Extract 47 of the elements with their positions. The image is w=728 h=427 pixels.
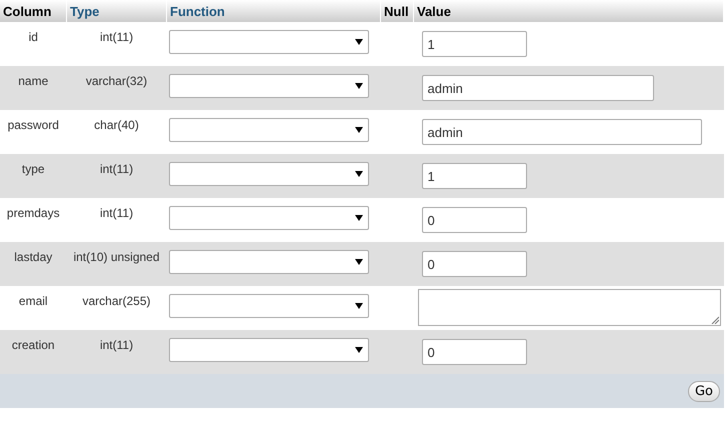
column-header: Value: [414, 0, 724, 22]
column-type: int(11): [100, 162, 134, 176]
function-dropdown[interactable]: [168, 30, 368, 54]
column-type: varchar(255): [82, 294, 151, 308]
value-input[interactable]: 0: [422, 339, 526, 365]
function-dropdown[interactable]: [168, 118, 368, 142]
column-type: int(11): [100, 338, 134, 352]
function-dropdown[interactable]: [168, 162, 368, 186]
column-name: password: [8, 118, 59, 132]
column-type: int(11): [100, 206, 134, 220]
column-name: premdays: [6, 206, 60, 220]
go-button[interactable]: Go: [688, 380, 720, 402]
column-name: lastday: [14, 250, 52, 264]
value-textarea[interactable]: [418, 289, 720, 326]
column-header[interactable]: Function: [166, 0, 380, 22]
value-input[interactable]: admin: [422, 75, 654, 101]
function-dropdown[interactable]: [168, 74, 368, 98]
function-dropdown[interactable]: [168, 338, 368, 362]
column-type: char(40): [94, 118, 139, 132]
caret-icon: [354, 303, 362, 309]
column-name: creation: [12, 338, 55, 352]
column-header: Column: [0, 0, 66, 22]
value-input[interactable]: 1: [422, 31, 526, 57]
value-input[interactable]: admin: [422, 119, 702, 145]
caret-icon: [354, 347, 362, 353]
function-dropdown[interactable]: [168, 206, 368, 230]
column-name: id: [28, 30, 38, 44]
column-type: varchar(32): [86, 74, 148, 88]
column-name: type: [22, 162, 45, 176]
value-input[interactable]: 1: [422, 163, 526, 189]
caret-icon: [354, 127, 362, 133]
caret-icon: [354, 39, 362, 45]
value-input[interactable]: 0: [422, 207, 526, 233]
caret-icon: [354, 259, 362, 265]
column-name: email: [18, 294, 48, 308]
column-header[interactable]: Type: [66, 0, 166, 22]
caret-icon: [354, 83, 362, 89]
column-header: Null: [380, 0, 414, 22]
caret-icon: [354, 171, 362, 177]
caret-icon: [354, 215, 362, 221]
value-input[interactable]: 0: [422, 251, 526, 277]
resize-grip-icon: [710, 316, 718, 324]
function-dropdown[interactable]: [168, 294, 368, 318]
column-type: int(11): [100, 30, 134, 44]
column-type: int(10) unsigned: [73, 250, 160, 264]
column-name: name: [18, 74, 48, 88]
function-dropdown[interactable]: [168, 250, 368, 274]
